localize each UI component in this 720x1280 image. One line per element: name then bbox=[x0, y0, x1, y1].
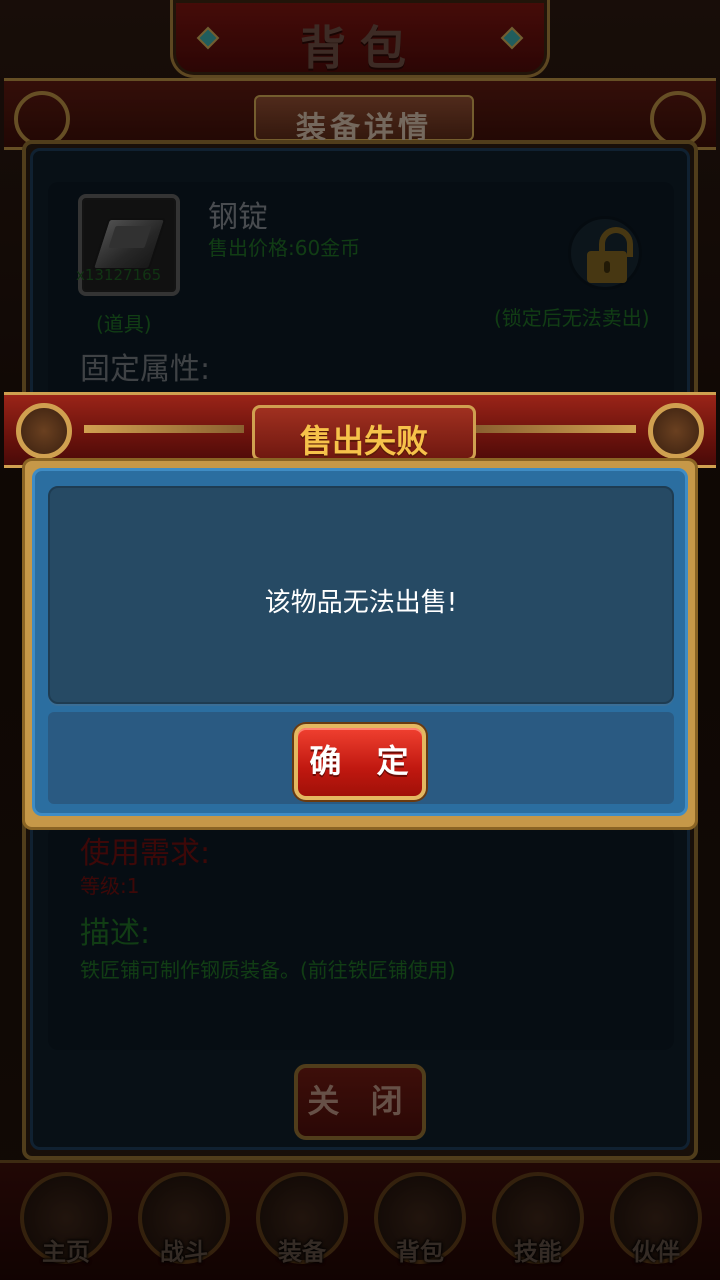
banner-curl-right bbox=[648, 403, 704, 459]
dialog-title-banner: 售出失败 bbox=[4, 392, 716, 468]
dialog-title: 售出失败 bbox=[299, 422, 428, 460]
dialog-title-plate: 售出失败 bbox=[252, 405, 476, 461]
dialog-message: 该物品无法出售! bbox=[264, 588, 458, 618]
confirm-button[interactable]: 确 定 bbox=[294, 724, 426, 800]
banner-ridge-left bbox=[84, 425, 244, 433]
dialog-message-box: 该物品无法出售! bbox=[48, 486, 674, 704]
banner-curl-left bbox=[16, 403, 72, 459]
banner-ridge-right bbox=[476, 425, 636, 433]
